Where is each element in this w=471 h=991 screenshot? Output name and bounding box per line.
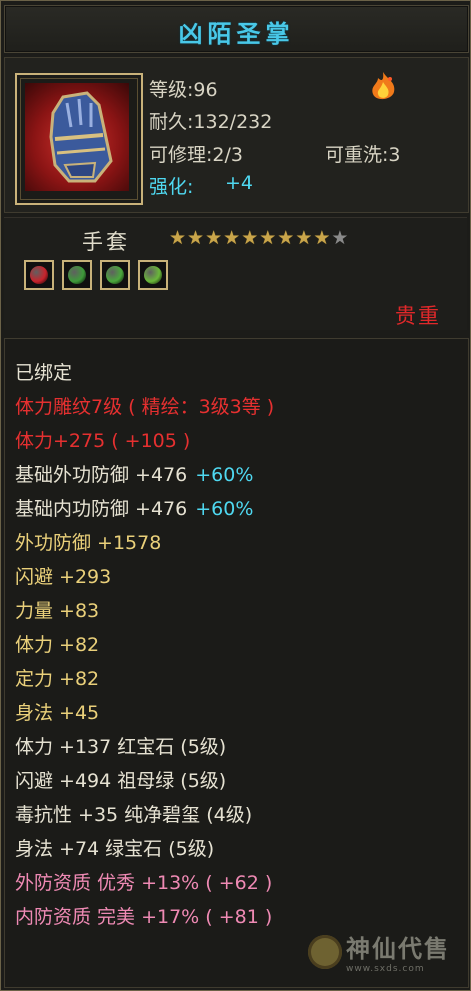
attribute-line: 外功防御 +1578 <box>15 531 161 555</box>
star-filled-icon: ★ <box>259 227 277 249</box>
star-filled-icon: ★ <box>313 227 331 249</box>
star-filled-icon: ★ <box>205 227 223 249</box>
star-rating: ★ ★ ★ ★ ★ ★ ★ ★ ★ ★ <box>169 228 348 248</box>
enhance-value: +4 <box>225 172 254 194</box>
durability-stat: 耐久:132/232 <box>149 111 273 133</box>
attribute-line: 力量 +83 <box>15 599 99 623</box>
glove-icon <box>25 83 129 191</box>
attribute-text: 基础外功防御 +476 <box>15 464 188 486</box>
item-tooltip: 凶陌圣掌 等级:96 耐久:132/232 可修理:2/3 可重洗:3 强化: … <box>0 0 471 991</box>
attribute-line: 闪避 +494 祖母绿 (5级) <box>15 769 226 793</box>
attribute-text: 体力+275 ( +105 ) <box>15 430 191 452</box>
star-filled-icon: ★ <box>169 227 187 249</box>
attribute-text: 身法 +74 绿宝石 (5级) <box>15 838 215 860</box>
star-filled-icon: ★ <box>187 227 205 249</box>
attribute-line: 体力 +137 红宝石 (5级) <box>15 735 226 759</box>
enhance-label: 强化: <box>149 176 194 198</box>
watermark: 神仙代售 www.sxds.com <box>308 929 450 974</box>
attribute-line: 毒抗性 +35 纯净碧玺 (4级) <box>15 803 252 827</box>
rewashable-stat: 可重洗:3 <box>325 144 401 166</box>
attribute-list: 已绑定体力雕纹7级 ( 精绘：3级3等 ) 体力+275 ( +105 ) 基础外功… <box>4 338 469 988</box>
star-filled-icon: ★ <box>295 227 313 249</box>
attribute-text: 体力 +137 红宝石 (5级) <box>15 736 227 758</box>
attribute-line: 体力雕纹7级 ( 精绘：3级3等 ) <box>15 395 274 419</box>
attribute-text: 身法 +45 <box>15 702 100 724</box>
item-info-panel: 等级:96 耐久:132/232 可修理:2/3 可重洗:3 强化: +4 <box>4 57 469 213</box>
watermark-name: 神仙代售 <box>346 934 450 963</box>
title-bar: 凶陌圣掌 <box>4 5 469 53</box>
rarity-label: 贵重 <box>395 304 441 328</box>
emerald-gem-icon[interactable] <box>62 260 92 290</box>
attribute-text: 毒抗性 +35 纯净碧玺 (4级) <box>15 804 253 826</box>
attribute-text: 已绑定 <box>15 362 73 384</box>
attribute-text: 闪避 +293 <box>15 566 112 588</box>
attribute-line: 定力 +82 <box>15 667 99 691</box>
repairable-stat: 可修理:2/3 <box>149 144 243 166</box>
attribute-bonus: +60% <box>195 464 254 486</box>
attribute-text: 外功防御 +1578 <box>15 532 162 554</box>
attribute-line: 已绑定 <box>15 361 72 385</box>
star-empty-icon: ★ <box>331 227 349 249</box>
ruby-gem-icon[interactable] <box>24 260 54 290</box>
watermark-logo-icon <box>308 934 342 969</box>
attribute-line: 闪避 +293 <box>15 565 111 589</box>
attribute-text: 闪避 +494 祖母绿 (5级) <box>15 770 227 792</box>
attribute-text: 体力雕纹7级 ( 精绘：3级3等 ) <box>15 396 275 418</box>
attribute-text: 定力 +82 <box>15 668 100 690</box>
attribute-text: 体力 +82 <box>15 634 100 656</box>
attribute-bonus: +60% <box>195 498 254 520</box>
level-stat: 等级:96 <box>149 79 218 101</box>
item-icon-frame <box>15 73 143 205</box>
attribute-line: 基础外功防御 +476 +60% <box>15 463 253 487</box>
item-type: 手套 <box>82 230 130 254</box>
fire-element-icon <box>366 70 400 104</box>
attribute-line: 身法 +74 绿宝石 (5级) <box>15 837 214 861</box>
item-name: 凶陌圣掌 <box>178 20 295 48</box>
attribute-line: 内防资质 完美 +17% ( +81 ) <box>15 905 272 929</box>
type-panel: 手套 ★ ★ ★ ★ ★ ★ ★ ★ ★ ★ 贵重 <box>4 217 467 330</box>
green-gem-icon[interactable] <box>138 260 168 290</box>
star-filled-icon: ★ <box>223 227 241 249</box>
attribute-line: 基础内功防御 +476 +60% <box>15 497 253 521</box>
attribute-text: 内防资质 完美 +17% ( +81 ) <box>15 906 273 928</box>
star-filled-icon: ★ <box>241 227 259 249</box>
attribute-line: 体力 +82 <box>15 633 99 657</box>
attribute-line: 外防资质 优秀 +13% ( +62 ) <box>15 871 272 895</box>
star-filled-icon: ★ <box>277 227 295 249</box>
gem-sockets <box>24 260 168 290</box>
attribute-line: 体力+275 ( +105 ) <box>15 429 190 453</box>
watermark-url: www.sxds.com <box>346 964 425 974</box>
attribute-text: 力量 +83 <box>15 600 100 622</box>
attribute-text: 基础内功防御 +476 <box>15 498 188 520</box>
attribute-line: 身法 +45 <box>15 701 99 725</box>
green-jade-gem-icon[interactable] <box>100 260 130 290</box>
attribute-text: 外防资质 优秀 +13% ( +62 ) <box>15 872 273 894</box>
